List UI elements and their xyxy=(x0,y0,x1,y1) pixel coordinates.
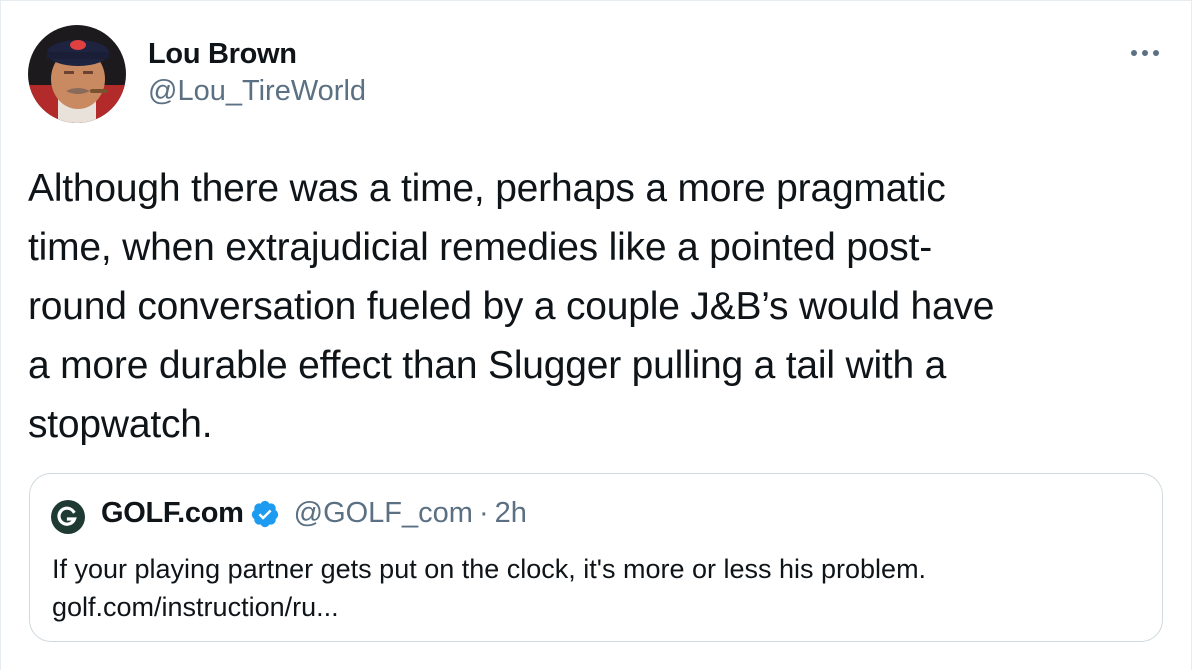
quoted-tweet-text: If your playing partner gets put on the … xyxy=(52,554,927,584)
tweet-text: Although there was a time, perhaps a mor… xyxy=(28,167,995,446)
quoted-tweet-link[interactable]: golf.com/instruction/ru... xyxy=(52,588,339,626)
quoted-tweet-header: GOLF.com @GOLF_com · 2h xyxy=(101,497,527,530)
golf-com-logo xyxy=(51,500,85,534)
quoted-timestamp[interactable]: 2h xyxy=(495,497,527,530)
golf-com-logo-icon xyxy=(51,500,85,534)
tweet-card: Lou Brown @Lou_TireWorld Although there … xyxy=(0,0,1192,670)
more-options-button[interactable] xyxy=(1123,33,1167,73)
quoted-author-handle[interactable]: @GOLF_com xyxy=(294,497,473,530)
author-handle[interactable]: @Lou_TireWorld xyxy=(148,75,366,108)
verified-badge-icon xyxy=(250,499,280,529)
avatar[interactable] xyxy=(28,25,126,123)
author-display-name[interactable]: Lou Brown xyxy=(148,38,297,71)
quoted-tweet[interactable]: GOLF.com @GOLF_com · 2h If your playing … xyxy=(29,473,1163,642)
quoted-author-name[interactable]: GOLF.com xyxy=(101,497,244,530)
more-horizontal-icon xyxy=(1131,50,1159,56)
avatar-image xyxy=(28,25,126,123)
separator-dot: · xyxy=(478,497,489,529)
